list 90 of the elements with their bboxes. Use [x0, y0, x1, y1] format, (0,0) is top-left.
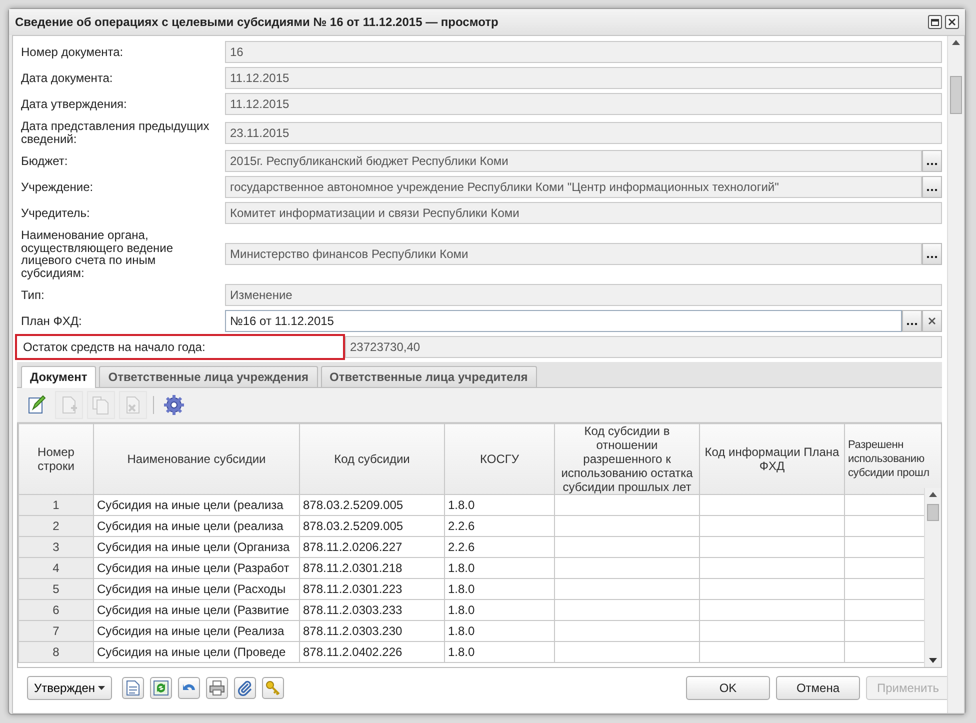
- input-field[interactable]: Изменение: [225, 284, 942, 306]
- more-icon: [926, 255, 938, 259]
- scroll-thumb[interactable]: [950, 76, 962, 114]
- arrow-up-icon[interactable]: [952, 40, 960, 45]
- table-cell: 2: [18, 516, 94, 536]
- table-cell: 7: [18, 620, 94, 642]
- field-label: Дата представления предыдущих сведений:: [20, 119, 210, 146]
- table-cell: 878.03.2.5209.005: [300, 516, 444, 536]
- table-cell: Субсидия на иные цели (Расходы: [94, 578, 300, 600]
- table-cell: 2.2.6: [444, 516, 554, 536]
- clear-button[interactable]: [922, 310, 942, 332]
- column-header[interactable]: КОСГУ: [447, 452, 552, 466]
- document-icon[interactable]: [122, 677, 144, 699]
- input-field[interactable]: №16 от 11.12.2015: [225, 310, 902, 332]
- table-cell: 1.8.0: [444, 600, 554, 620]
- window-title: Сведение об операциях с целевыми субсидиями № 16 от 11.12.2015 — просмотр: [15, 15, 500, 29]
- field-label: Учредитель:: [20, 206, 91, 220]
- more-icon: [926, 162, 938, 166]
- table-cell: 1: [18, 494, 94, 516]
- input-field[interactable]: государственное автономное учреждение Республики Коми "Центр информационных технологий": [225, 176, 922, 198]
- input-field[interactable]: 11.12.2015: [225, 93, 942, 115]
- table-cell: Субсидия на иные цели (Развитие: [94, 600, 300, 620]
- table-cell: Субсидия на иные цели (реализа: [94, 494, 300, 516]
- field-label: Дата документа:: [20, 70, 114, 86]
- refresh-icon[interactable]: [150, 677, 172, 699]
- lookup-button[interactable]: [902, 310, 922, 332]
- table-cell: 878.11.2.0303.233: [300, 600, 444, 620]
- field-label: Учреждение:: [20, 180, 94, 194]
- close-icon: [928, 317, 936, 325]
- more-icon: [926, 188, 938, 192]
- table-cell: 1.8.0: [444, 642, 554, 662]
- table-cell: Субсидия на иные цели (Организа: [94, 536, 300, 558]
- arrow-up-icon[interactable]: [929, 492, 937, 497]
- scroll-thumb[interactable]: [927, 504, 939, 521]
- table-cell: 878.11.2.0402.226: [300, 642, 444, 662]
- table-cell: 1.8.0: [444, 494, 554, 516]
- tab[interactable]: Ответственные лица учреждения: [99, 366, 318, 387]
- table-cell: Субсидия на иные цели (Реализа: [94, 620, 300, 642]
- table-cell: 878.11.2.0303.230: [300, 620, 444, 642]
- input-field[interactable]: 11.12.2015: [225, 67, 942, 89]
- table-cell: Субсидия на иные цели (реализа: [94, 516, 300, 536]
- field-label: План ФХД:: [20, 314, 83, 328]
- input-field[interactable]: 16: [225, 41, 942, 63]
- table-cell: Субсидия на иные цели (Проведе: [94, 642, 300, 662]
- table-cell: 4: [18, 558, 94, 578]
- input-field[interactable]: 23.11.2015: [225, 122, 942, 144]
- input-field[interactable]: Комитет информатизации и связи Республики Коми: [225, 202, 942, 224]
- lookup-button[interactable]: [922, 150, 942, 172]
- field-label: Наименование органа, осуществляющего ведение лицевого счета по иным субсидиям:: [20, 228, 174, 280]
- tab[interactable]: Документ: [21, 366, 96, 388]
- tab[interactable]: Ответственные лица учредителя: [320, 366, 537, 387]
- field-label: Остаток средств на начало года:: [22, 340, 206, 354]
- field-label: Тип:: [20, 288, 46, 302]
- field-label: Бюджет:: [20, 154, 69, 168]
- column-header[interactable]: Код субсидии: [302, 452, 442, 466]
- field-label: Дата утверждения:: [20, 96, 128, 112]
- scrollbar[interactable]: [924, 488, 941, 667]
- table-cell: Субсидия на иные цели (Разработ: [94, 558, 300, 578]
- paperclip-icon[interactable]: [234, 677, 256, 699]
- more-icon: [906, 322, 918, 326]
- table-cell: 878.11.2.0301.223: [300, 578, 444, 600]
- undo-icon[interactable]: [178, 677, 200, 699]
- lookup-button[interactable]: [922, 243, 942, 265]
- scrollbar[interactable]: [947, 36, 964, 713]
- arrow-down-icon[interactable]: [929, 658, 937, 663]
- key-icon[interactable]: [262, 677, 284, 699]
- table-cell: 1.8.0: [444, 558, 554, 578]
- table-cell: 5: [18, 578, 94, 600]
- table-cell: 1.8.0: [444, 620, 554, 642]
- dialog-button[interactable]: OK: [686, 676, 770, 700]
- printer-icon[interactable]: [206, 677, 228, 699]
- input-field[interactable]: 2015г. Республиканский бюджет Республики Коми: [225, 150, 922, 172]
- field-label: Номер документа:: [20, 44, 124, 60]
- close-icon[interactable]: [945, 15, 959, 29]
- table-cell: 878.11.2.0206.227: [300, 536, 444, 558]
- maximize-icon[interactable]: [928, 15, 942, 29]
- input-field[interactable]: 23723730,40: [345, 336, 942, 358]
- dialog-button[interactable]: Отмена: [776, 676, 860, 700]
- caret-icon: [98, 686, 106, 690]
- table-cell: 878.11.2.0301.218: [300, 558, 444, 578]
- input-field[interactable]: Министерство финансов Республики Коми: [225, 243, 922, 265]
- table-cell: 2.2.6: [444, 536, 554, 558]
- table-cell: 3: [18, 536, 94, 558]
- table-cell: 1.8.0: [444, 578, 554, 600]
- table-cell: 8: [18, 642, 94, 662]
- table-cell: 6: [18, 600, 94, 620]
- column-header[interactable]: Наименование субсидии: [96, 452, 297, 466]
- lookup-button[interactable]: [922, 176, 942, 198]
- status-dropdown[interactable]: Утвержден: [27, 676, 112, 700]
- table-cell: 878.03.2.5209.005: [300, 494, 444, 516]
